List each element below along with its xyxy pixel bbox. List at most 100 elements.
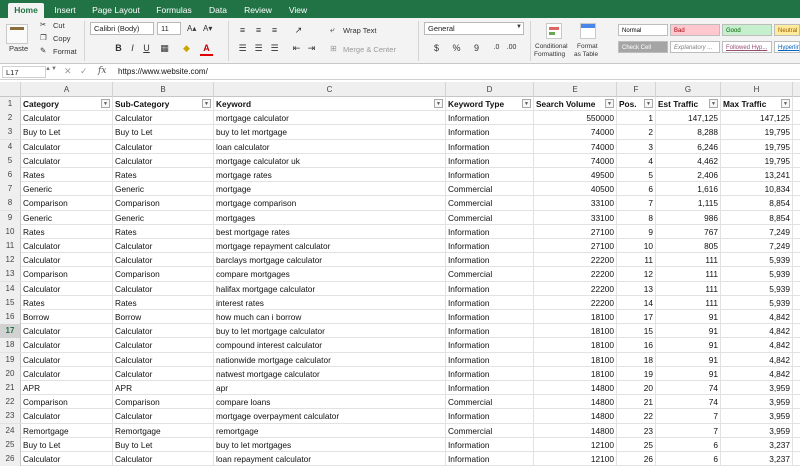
- cell-keyword-type[interactable]: Information: [446, 310, 534, 324]
- cell-est-traffic[interactable]: 767: [656, 224, 721, 239]
- cell-style-good[interactable]: Good: [722, 24, 772, 36]
- align-center-icon[interactable]: ☰: [252, 42, 265, 54]
- cell-search-volume[interactable]: 74000: [534, 125, 617, 140]
- cell-est-traffic[interactable]: 91: [656, 366, 721, 381]
- cell-keyword[interactable]: mortgage: [214, 182, 446, 197]
- row-header[interactable]: 13: [0, 267, 21, 282]
- increase-indent-icon[interactable]: ⇥: [305, 42, 318, 54]
- insert-function-button[interactable]: fx: [98, 66, 106, 76]
- cell-search-volume[interactable]: 14800: [534, 381, 617, 395]
- cell-max-traffic[interactable]: 147,125: [721, 111, 793, 126]
- cell-keyword[interactable]: mortgage rates: [214, 168, 446, 182]
- cell-search-volume[interactable]: 14800: [534, 395, 617, 410]
- cell-keyword-type[interactable]: Commercial: [446, 182, 534, 197]
- column-header-c[interactable]: C: [214, 82, 446, 97]
- tab-page-layout[interactable]: Page Layout: [88, 3, 144, 18]
- font-color-icon[interactable]: A: [200, 42, 213, 54]
- row-header[interactable]: 16: [0, 310, 21, 324]
- cell-est-traffic[interactable]: 91: [656, 352, 721, 367]
- cell-style-check-cell[interactable]: Check Cell: [618, 41, 668, 53]
- cell-category[interactable]: APR: [21, 381, 113, 395]
- cell-search-volume[interactable]: 18100: [534, 366, 617, 381]
- cell-search-volume[interactable]: 22200: [534, 281, 617, 296]
- cell-est-traffic[interactable]: 111: [656, 281, 721, 296]
- cell-category[interactable]: Calculator: [21, 239, 113, 253]
- row-header[interactable]: 24: [0, 423, 21, 438]
- tab-view[interactable]: View: [284, 3, 312, 18]
- cell-position[interactable]: 19: [617, 366, 656, 381]
- cell-keyword[interactable]: natwest mortgage calculator: [214, 366, 446, 381]
- cell-keyword-type[interactable]: Commercial: [446, 423, 534, 438]
- bold-button[interactable]: B: [112, 42, 125, 54]
- column-header-b[interactable]: B: [113, 82, 214, 97]
- cell-sub-category[interactable]: Buy to Let: [113, 437, 214, 452]
- column-header-f[interactable]: F: [617, 82, 656, 97]
- cell-keyword-type[interactable]: Information: [446, 324, 534, 339]
- cell-category[interactable]: Calculator: [21, 409, 113, 424]
- filter-dropdown-icon[interactable]: ▼: [434, 99, 443, 108]
- chevron-down-icon[interactable]: ▼: [516, 24, 522, 30]
- cell-max-traffic[interactable]: 4,842: [721, 324, 793, 339]
- cell-est-traffic[interactable]: 6,246: [656, 139, 721, 154]
- cell-position[interactable]: 1: [617, 111, 656, 126]
- column-header-a[interactable]: A: [21, 82, 113, 97]
- cell-search-volume[interactable]: 49500: [534, 168, 617, 182]
- cell-category[interactable]: Comparison: [21, 196, 113, 211]
- cell-sub-category[interactable]: Comparison: [113, 196, 214, 211]
- italic-button[interactable]: I: [126, 42, 139, 54]
- wrap-text-button[interactable]: Wrap Text: [343, 26, 377, 35]
- formula-input[interactable]: https://www.website.com/: [118, 67, 208, 76]
- cell-search-volume[interactable]: 27100: [534, 239, 617, 253]
- cell-max-traffic[interactable]: 19,795: [721, 125, 793, 140]
- cell-est-traffic[interactable]: 91: [656, 338, 721, 353]
- cell-position[interactable]: 12: [617, 267, 656, 282]
- cell-keyword[interactable]: compare mortgages: [214, 267, 446, 282]
- tab-data[interactable]: Data: [204, 3, 232, 18]
- cell-est-traffic[interactable]: 986: [656, 210, 721, 225]
- cell-style-hyperlink[interactable]: Hyperlink: [774, 41, 800, 53]
- cell-position[interactable]: 16: [617, 338, 656, 353]
- cell-category[interactable]: Rates: [21, 168, 113, 182]
- cell-max-traffic[interactable]: 3,959: [721, 409, 793, 424]
- align-middle-icon[interactable]: ≡: [252, 24, 265, 36]
- cell-keyword-type[interactable]: Information: [446, 281, 534, 296]
- row-header[interactable]: 14: [0, 281, 21, 296]
- cell-position[interactable]: 11: [617, 253, 656, 268]
- cell-sub-category[interactable]: Generic: [113, 182, 214, 197]
- conditional-formatting-label[interactable]: Conditional: [535, 43, 568, 50]
- cell-search-volume[interactable]: 18100: [534, 352, 617, 367]
- cell-category[interactable]: Calculator: [21, 253, 113, 268]
- cell-sub-category[interactable]: Calculator: [113, 153, 214, 168]
- cell-category[interactable]: Calculator: [21, 153, 113, 168]
- cell-max-traffic[interactable]: 4,842: [721, 352, 793, 367]
- cell-category[interactable]: Rates: [21, 295, 113, 310]
- cell-search-volume[interactable]: 14800: [534, 423, 617, 438]
- cell-keyword[interactable]: buy to let mortgage: [214, 125, 446, 140]
- cell-max-traffic[interactable]: 4,842: [721, 310, 793, 324]
- cut-button[interactable]: Cut: [53, 21, 65, 30]
- cell-search-volume[interactable]: 22200: [534, 267, 617, 282]
- cell-keyword-type[interactable]: Commercial: [446, 267, 534, 282]
- tab-home[interactable]: Home: [8, 3, 44, 18]
- cell-max-traffic[interactable]: 3,959: [721, 423, 793, 438]
- cell-keyword-type[interactable]: Information: [446, 352, 534, 367]
- cell-keyword-type[interactable]: Information: [446, 153, 534, 168]
- cell-keyword[interactable]: loan repayment calculator: [214, 452, 446, 466]
- copy-button[interactable]: Copy: [53, 34, 71, 43]
- cell-sub-category[interactable]: Calculator: [113, 338, 214, 353]
- grow-font-button[interactable]: A▴: [187, 24, 196, 33]
- name-box[interactable]: L17: [2, 66, 46, 78]
- cell-search-volume[interactable]: 18100: [534, 324, 617, 339]
- cell-search-volume[interactable]: 22200: [534, 295, 617, 310]
- row-header[interactable]: 3: [0, 125, 21, 140]
- cell-est-traffic[interactable]: 7: [656, 423, 721, 438]
- cell-position[interactable]: 7: [617, 196, 656, 211]
- row-header[interactable]: 18: [0, 338, 21, 353]
- cell-position[interactable]: 22: [617, 409, 656, 424]
- cell-sub-category[interactable]: Calculator: [113, 366, 214, 381]
- cell-position[interactable]: 18: [617, 352, 656, 367]
- cell-max-traffic[interactable]: 3,237: [721, 437, 793, 452]
- column-header-d[interactable]: D: [446, 82, 534, 97]
- header-cell-keyword[interactable]: Keyword: [214, 97, 446, 111]
- cell-sub-category[interactable]: Rates: [113, 224, 214, 239]
